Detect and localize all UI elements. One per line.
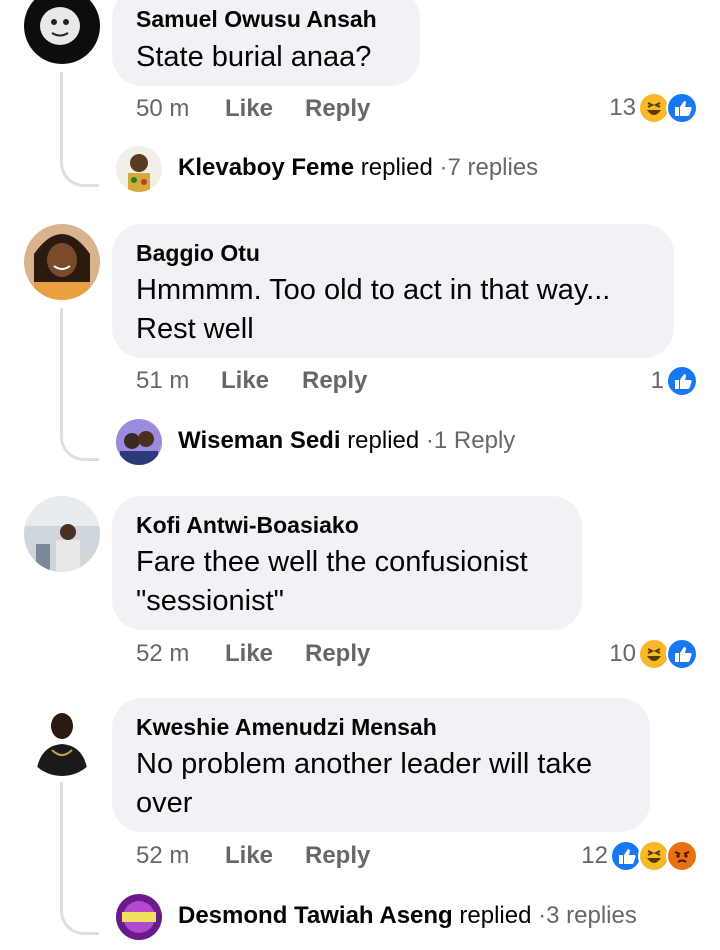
comment-time[interactable]: 52 m [136, 640, 189, 668]
reply-preview-text: Desmond Tawiah Aseng replied ·3 replies [178, 902, 637, 930]
comment-text-line: Rest well [136, 313, 254, 345]
comment-author[interactable]: Kofi Antwi-Boasiako [136, 512, 359, 539]
reply-author[interactable]: Wiseman Sedi [178, 427, 341, 454]
reply-verb: replied [360, 154, 433, 181]
reply-author[interactable]: Desmond Tawiah Aseng [178, 902, 453, 929]
reply-author[interactable]: Klevaboy Feme [178, 154, 354, 181]
comment-actions: 52 m Like Reply [136, 842, 556, 874]
like-reaction-icon [666, 365, 698, 397]
reaction-summary[interactable]: 13 [609, 92, 698, 124]
angry-reaction-icon [666, 840, 698, 872]
comment-time[interactable]: 50 m [136, 95, 189, 123]
comment-actions: 51 m Like Reply [136, 367, 616, 399]
avatar[interactable] [24, 496, 100, 572]
reaction-count: 10 [609, 640, 636, 667]
reply-button[interactable]: Reply [305, 842, 370, 870]
comment-bubble: Kweshie Amenudzi Mensah No problem anoth… [112, 698, 650, 832]
like-reaction-icon [666, 92, 698, 124]
reply-count[interactable]: 3 replies [546, 902, 637, 929]
comment-text-line: Fare thee well the confusionist [136, 546, 528, 578]
comment-author[interactable]: Baggio Otu [136, 240, 260, 267]
reaction-count: 12 [581, 842, 608, 869]
thread-connector [60, 72, 99, 187]
reply-button[interactable]: Reply [305, 640, 370, 668]
thread-connector [60, 308, 99, 461]
comment-author[interactable]: Samuel Owusu Ansah [136, 6, 377, 33]
reaction-count: 13 [609, 94, 636, 121]
avatar[interactable] [24, 224, 100, 300]
comment-text-line: over [136, 787, 193, 819]
like-reaction-icon [666, 638, 698, 670]
avatar[interactable] [24, 700, 100, 776]
like-button[interactable]: Like [225, 842, 273, 870]
reply-count[interactable]: 1 Reply [434, 427, 515, 454]
reply-separator: · [538, 902, 547, 929]
like-button[interactable]: Like [221, 367, 269, 395]
comment-actions: 52 m Like Reply [136, 640, 616, 672]
comment-time[interactable]: 51 m [136, 367, 189, 395]
comment-bubble: Baggio Otu Hmmmm. Too old to act in that… [112, 224, 674, 358]
reply-button[interactable]: Reply [305, 95, 370, 123]
like-button[interactable]: Like [225, 95, 273, 123]
reply-preview-text: Wiseman Sedi replied ·1 Reply [178, 427, 515, 455]
comment-text-line: State burial anaa? [136, 41, 372, 73]
thread-connector [60, 782, 99, 935]
reaction-summary[interactable]: 12 [581, 840, 698, 872]
reply-preview-text: Klevaboy Feme replied ·7 replies [178, 154, 538, 182]
comment-author[interactable]: Kweshie Amenudzi Mensah [136, 714, 437, 741]
comment-bubble: Samuel Owusu Ansah State burial anaa? [112, 0, 420, 86]
reaction-summary[interactable]: 1 [651, 365, 698, 397]
comment-text-line: Hmmmm. Too old to act in that way... [136, 274, 611, 306]
avatar [116, 146, 162, 192]
avatar[interactable] [24, 0, 100, 64]
reaction-count: 1 [650, 367, 664, 394]
reply-separator: · [425, 427, 434, 454]
reaction-summary[interactable]: 10 [609, 638, 698, 670]
comment-time[interactable]: 52 m [136, 842, 189, 870]
reply-count[interactable]: 7 replies [447, 154, 538, 181]
avatar [116, 894, 162, 940]
avatar [116, 419, 162, 465]
comment-bubble: Kofi Antwi-Boasiako Fare thee well the c… [112, 496, 582, 630]
like-button[interactable]: Like [225, 640, 273, 668]
comment-text-line: No problem another leader will take [136, 748, 593, 780]
reply-button[interactable]: Reply [302, 367, 367, 395]
reply-verb: replied [347, 427, 420, 454]
comment-text-line: "sessionist" [136, 585, 284, 617]
reply-verb: replied [459, 902, 532, 929]
